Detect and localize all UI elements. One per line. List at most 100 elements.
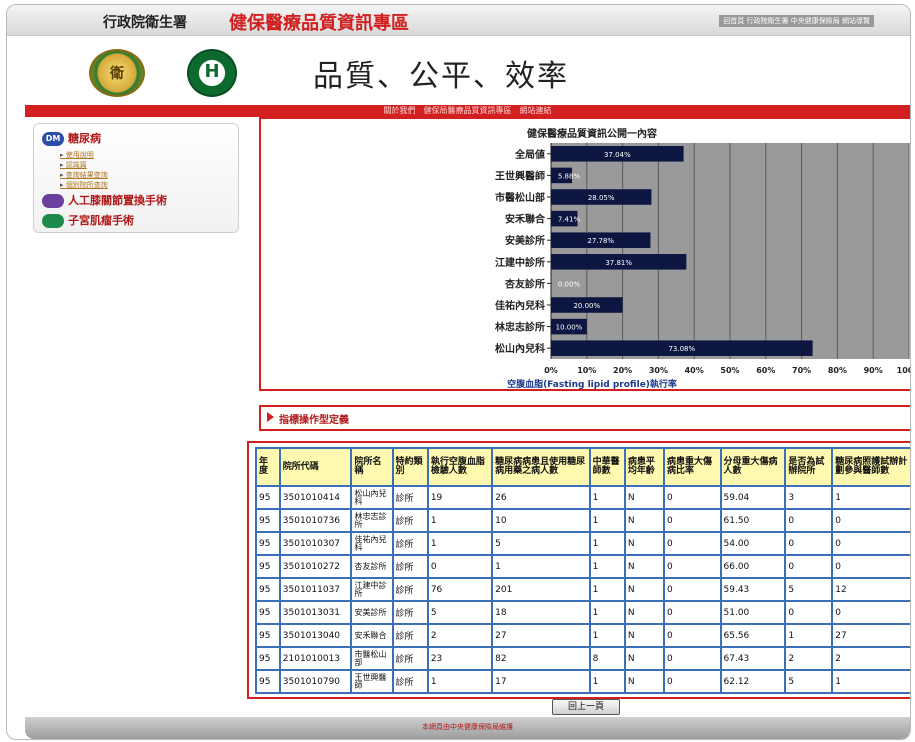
table-cell: 0 — [426, 554, 494, 579]
table-cell: 2 — [784, 646, 834, 671]
table-cell: 51.00 — [719, 600, 787, 625]
top-links[interactable]: 回首頁 行政院衛生署 中央健康保險局 網站導覽 — [719, 15, 874, 27]
table-cell: 診所 — [391, 623, 429, 648]
y-category-label: 佳祐內兒科 — [495, 299, 545, 312]
table-cell: 杏友診所 — [350, 554, 394, 579]
table-cell: 0 — [662, 531, 722, 556]
table-cell: 0 — [662, 508, 722, 533]
sidebar-subitem-clinic-query[interactable]: 個別院所查詢 — [60, 180, 108, 190]
table-cell: 27 — [491, 623, 591, 648]
sidebar: DM 糖尿病 使用說明 認識篇 查詢結果查詢 個別院所查詢 人工膝關節置換手術 子… — [33, 123, 239, 233]
table-cell: 0 — [662, 554, 722, 579]
table-cell: 1 — [588, 669, 626, 694]
table-cell: 3501010272 — [278, 554, 353, 579]
table-row: 95 3501013040 安禾聯合 診所 2 27 1 N 0 65.56 1 27 — [255, 623, 910, 648]
dm-icon: DM — [42, 132, 64, 146]
table-cell: 27 — [831, 623, 910, 648]
y-category-label: 江建中診所 — [495, 256, 545, 269]
x-tick-label: 40% — [685, 366, 704, 375]
table-cell: 3501010790 — [278, 669, 353, 694]
x-tick-label: 90% — [864, 366, 883, 375]
table-cell: 95 — [255, 485, 281, 510]
sidebar-subitem-results[interactable]: 查詢結果查詢 — [60, 170, 108, 180]
table-cell: 2101010013 — [278, 646, 353, 671]
table-body: 95 3501010414 松山內兒科 診所 19 26 1 N 0 59.04 3 1 95 35010… — [255, 485, 910, 694]
table-cell: 0 — [831, 508, 910, 533]
sidebar-item-fibroid[interactable]: 子宮肌瘤手術 — [42, 212, 134, 228]
table-row: 95 3501013031 安美診所 診所 5 18 1 N 0 51.00 0 0 — [255, 600, 910, 625]
column-header: 特約類別 — [391, 447, 429, 487]
sidebar-subitem-intro[interactable]: 認識篇 — [60, 160, 87, 170]
x-tick-label: 100% — [897, 366, 911, 375]
table-cell: 1 — [831, 669, 910, 694]
column-header: 病患重大傷病比率 — [662, 447, 722, 487]
bar-data-label: 5.88% — [558, 172, 581, 180]
table-cell: 10 — [491, 508, 591, 533]
table-cell: 0 — [784, 600, 834, 625]
column-header: 是否為試辦院所 — [784, 447, 834, 487]
y-category-label: 松山內兒科 — [495, 342, 545, 355]
table-cell: 0 — [784, 508, 834, 533]
table-row: 95 2101010013 市醫松山部 診所 23 82 8 N 0 67.43 2 2 — [255, 646, 910, 671]
table-cell: 2 — [831, 646, 910, 671]
bar-data-label: 10.00% — [556, 324, 583, 332]
table-cell: N — [623, 531, 665, 556]
table-cell: 95 — [255, 669, 281, 694]
table-cell: 王世興醫師 — [350, 669, 394, 694]
bar-data-label: 73.08% — [668, 345, 695, 353]
table-cell: N — [623, 485, 665, 510]
x-tick-label: 10% — [577, 366, 596, 375]
table-cell: 0 — [784, 531, 834, 556]
column-header: 糖尿病病患且使用糖尿病用藥之病人數 — [491, 447, 591, 487]
table-cell: 松山內兒科 — [350, 485, 394, 510]
back-button[interactable]: 回上一頁 — [552, 699, 620, 715]
table-cell: 201 — [491, 577, 591, 602]
table-cell: 67.43 — [719, 646, 787, 671]
bar-data-label: 7.41% — [558, 216, 581, 224]
table-panel: 年度 院所代碼 院所名稱 特約類別 執行空腹血脂檢驗人數 糖尿病病患且使用糖尿病用藥之病人… — [247, 441, 910, 699]
nhi-logo-icon: H — [187, 49, 237, 97]
nav-bar: 關於我們 健保局醫療品質資訊專區 網站連結 — [25, 105, 910, 117]
table-cell: 82 — [491, 646, 591, 671]
table-cell: 0 — [831, 531, 910, 556]
x-tick-label: 20% — [613, 366, 632, 375]
table-cell: 95 — [255, 531, 281, 556]
gem-icon — [42, 214, 64, 228]
table-cell: 23 — [426, 646, 494, 671]
table-cell: 95 — [255, 646, 281, 671]
table-cell: 診所 — [391, 646, 429, 671]
table-cell: 1 — [784, 623, 834, 648]
bar-chart: 0% 10% 20% 30% 40% 50% 60% 70% 80% 90% 100% 全局値 37.0… — [495, 143, 911, 375]
table-row: 95 3501010272 杏友診所 診所 0 1 1 N 0 66.00 0 0 — [255, 554, 910, 579]
table-cell: 診所 — [391, 600, 429, 625]
nav-links[interactable]: 關於我們 健保局醫療品質資訊專區 網站連結 — [25, 105, 910, 117]
table-cell: 95 — [255, 554, 281, 579]
table-cell: N — [623, 554, 665, 579]
y-category-label: 全局値 — [514, 148, 545, 161]
sidebar-item-diabetes[interactable]: DM 糖尿病 — [42, 130, 101, 146]
site-title[interactable]: 健保醫療品質資訊專區 — [229, 9, 409, 35]
x-tick-label: 70% — [792, 366, 811, 375]
gov-label: 行政院衛生署 — [103, 15, 187, 31]
table-cell: 59.43 — [719, 577, 787, 602]
table-cell: 54.00 — [719, 531, 787, 556]
table-cell: 1 — [831, 485, 910, 510]
table-cell: 3501013031 — [278, 600, 353, 625]
table-cell: 65.56 — [719, 623, 787, 648]
y-category-label: 市醫松山部 — [495, 191, 545, 204]
table-cell: 0 — [662, 623, 722, 648]
table-cell: 95 — [255, 623, 281, 648]
table-cell: 17 — [491, 669, 591, 694]
sidebar-subitem-usage[interactable]: 使用說明 — [60, 150, 94, 160]
table-cell: N — [623, 646, 665, 671]
sidebar-item-knee[interactable]: 人工膝關節置換手術 — [42, 192, 167, 208]
table-cell: 3501011037 — [278, 577, 353, 602]
column-header: 院所名稱 — [350, 447, 394, 487]
column-header: 執行空腹血脂檢驗人數 — [426, 447, 494, 487]
definition-bar[interactable]: 指標操作型定義 — [259, 405, 910, 431]
table-cell: 5 — [784, 577, 834, 602]
column-header: 院所代碼 — [278, 447, 353, 487]
x-tick-label: 60% — [756, 366, 775, 375]
table-cell: 8 — [588, 646, 626, 671]
table-cell: 5 — [426, 600, 494, 625]
